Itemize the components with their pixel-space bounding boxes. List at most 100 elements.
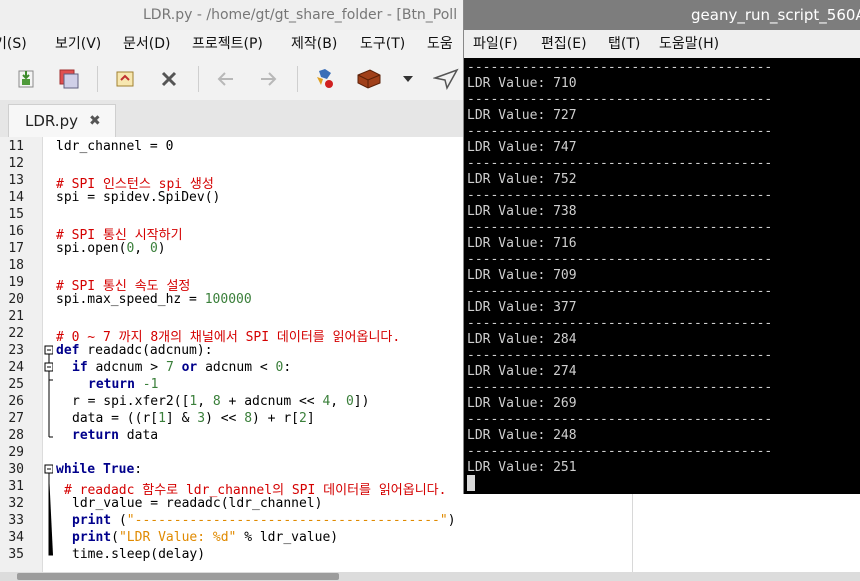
tab-ldr-py[interactable]: LDR.py ✖ [8,104,116,138]
line-number: 22 [8,326,24,341]
line-number: 17 [8,241,24,256]
terminal-menu-help[interactable]: 도움말(H) [659,30,719,58]
ldr-value-number: 274 [553,364,577,379]
ldr-value-label: LDR Value: [467,396,554,411]
terminal-ldr-value-line: LDR Value: 284 [467,332,577,347]
line-number: 11 [8,139,24,154]
save-icon[interactable] [13,66,39,92]
line-number-gutter: 11 12 13 14 15 16 17 18 19 20 21 22 23 2… [0,137,43,572]
compile-icon[interactable] [312,66,338,92]
line-number: 31 [8,479,24,494]
line-number: 34 [8,530,24,545]
code-line-24: if adcnum > 7 or adcnum < 0: [72,360,292,375]
ldr-value-label: LDR Value: [467,236,554,251]
code-line-30: while True: [56,462,143,477]
ldr-value-number: 284 [553,332,577,347]
terminal-window-title: geany_run_script_560A1 [691,6,860,24]
code-line-25: return -1 [88,377,159,392]
line-number: 27 [8,411,24,426]
code-line-17: spi.open(0, 0) [56,241,166,256]
line-number: 26 [8,394,24,409]
menu-item-project[interactable]: 프로젝트(P) [192,30,263,58]
line-number: 33 [8,513,24,528]
terminal-title-bar: geany_run_script_560A1 [464,0,860,30]
scrollbar-thumb[interactable] [17,573,339,580]
terminal-ldr-value-line: LDR Value: 710 [467,76,577,91]
code-line-20: spi.max_speed_hz = 100000 [56,292,252,307]
code-line-34: print("LDR Value: %d" % ldr_value) [72,530,339,545]
line-number: 32 [8,496,24,511]
ldr-value-number: 738 [553,204,577,219]
line-number: 20 [8,292,24,307]
terminal-ldr-value-line: LDR Value: 269 [467,396,577,411]
menu-item-build[interactable]: 제작(B) [291,30,337,58]
tab-close-icon[interactable]: ✖ [89,105,101,137]
ldr-value-label: LDR Value: [467,108,554,123]
ldr-value-label: LDR Value: [467,364,554,379]
terminal-ldr-value-line: LDR Value: 738 [467,204,577,219]
line-number: 24 [8,360,24,375]
code-line-27: data = ((r[1] & 3) << 8) + r[2] [72,411,315,426]
ldr-value-label: LDR Value: [467,268,554,283]
terminal-ldr-value-line: LDR Value: 747 [467,140,577,155]
build-dropdown-icon[interactable] [395,66,421,92]
line-number: 15 [8,207,24,222]
terminal-menu-file[interactable]: 파일(F) [473,30,518,58]
revert-icon[interactable] [112,66,138,92]
line-number: 12 [8,156,24,171]
geany-window-title: LDR.py - /home/gt/gt_share_folder - [Btn… [143,7,458,23]
ldr-value-number: 269 [553,396,577,411]
menu-item-view[interactable]: 보기(V) [55,30,101,58]
ldr-value-label: LDR Value: [467,428,554,443]
terminal-ldr-value-line: LDR Value: 727 [467,108,577,123]
ldr-value-label: LDR Value: [467,204,554,219]
code-line-35: time.sleep(delay) [72,547,206,562]
ldr-value-number: 747 [553,140,577,155]
code-line-14: spi = spidev.SpiDev() [56,190,221,205]
forward-arrow-icon[interactable] [255,66,281,92]
terminal-separator-line: --------------------------------------- [467,60,773,75]
fold-markers[interactable] [44,137,53,572]
terminal-output[interactable]: --------------------------------------- L… [464,58,860,494]
terminal-ldr-value-line: LDR Value: 716 [467,236,577,251]
line-number: 23 [8,343,24,358]
ldr-value-number: 716 [553,236,577,251]
terminal-ldr-value-line: LDR Value: 377 [467,300,577,315]
code-line-32: ldr_value = readadc(ldr_channel) [72,496,323,511]
toolbar-separator [198,66,199,92]
run-icon[interactable] [433,66,459,92]
build-icon[interactable] [356,66,382,92]
ldr-value-label: LDR Value: [467,332,554,347]
code-line-28: return data [72,428,159,443]
ldr-value-label: LDR Value: [467,300,554,315]
terminal-menu-edit[interactable]: 편집(E) [541,30,587,58]
line-number: 19 [8,275,24,290]
menu-item-tools[interactable]: 도구(T) [360,30,405,58]
terminal-menu-tabs[interactable]: 탭(T) [608,30,640,58]
terminal-separator-line: --------------------------------------- [467,92,773,107]
terminal-separator-line: --------------------------------------- [467,124,773,139]
terminal-separator-line: --------------------------------------- [467,380,773,395]
line-number: 13 [8,173,24,188]
terminal-separator-line: --------------------------------------- [467,284,773,299]
ldr-value-label: LDR Value: [467,460,554,475]
ldr-value-number: 377 [553,300,577,315]
line-number: 28 [8,428,24,443]
ldr-value-label: LDR Value: [467,172,554,187]
terminal-separator-line: --------------------------------------- [467,252,773,267]
close-icon[interactable] [156,66,182,92]
menu-item-search[interactable]: 기(S) [0,30,27,58]
horizontal-scrollbar[interactable] [0,572,860,581]
line-number: 35 [8,547,24,562]
menu-item-help[interactable]: 도움 [427,30,453,58]
terminal-ldr-value-line: LDR Value: 248 [467,428,577,443]
tab-label: LDR.py [25,112,78,130]
save-all-icon[interactable] [56,66,82,92]
line-number: 25 [8,377,24,392]
line-number: 21 [8,309,24,324]
menu-item-document[interactable]: 문서(D) [123,30,170,58]
toolbar-separator [297,66,298,92]
code-line-26: r = spi.xfer2([1, 8 + adcnum << 4, 0]) [72,394,370,409]
terminal-separator-line: --------------------------------------- [467,348,773,363]
back-arrow-icon[interactable] [213,66,239,92]
